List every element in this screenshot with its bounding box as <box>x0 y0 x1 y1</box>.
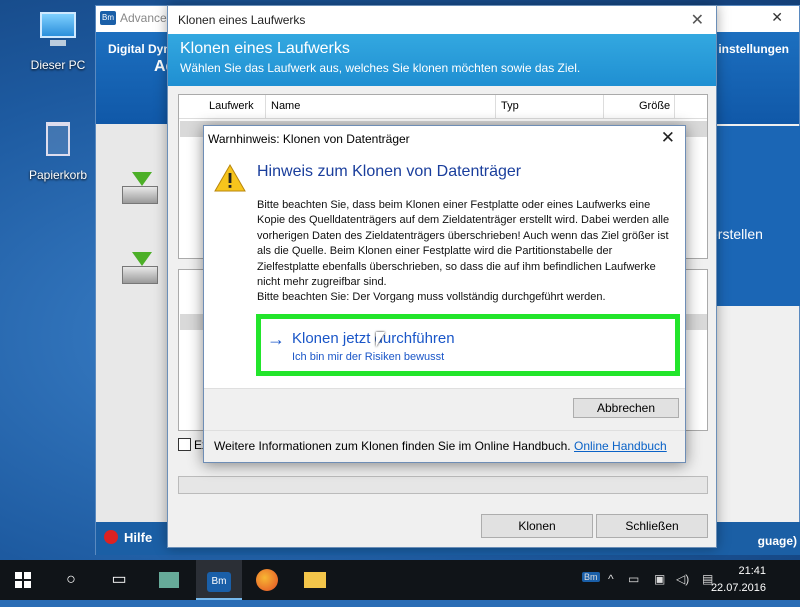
column-header-type[interactable]: Typ <box>501 100 519 112</box>
taskbar-app-explorer[interactable] <box>292 560 338 600</box>
clone-drive-icon[interactable] <box>120 172 160 208</box>
command-link-title: Klonen jetzt durchführen <box>292 330 455 347</box>
bootmanager-app-icon: Bm <box>207 572 231 592</box>
arrow-right-icon: → <box>267 329 285 349</box>
warning-dialog-title: Warnhinweis: Klonen von Datenträger <box>208 132 410 146</box>
close-button[interactable]: Schließen <box>596 514 708 538</box>
close-icon[interactable]: ✕ <box>771 9 783 26</box>
clone-window-title: Klonen eines Laufwerks <box>178 13 306 27</box>
taskbar: ○ ▭ Bm Bm ^ ▭ ▣ ◁) 21:41 22.07.2016 ▤ <box>0 560 800 600</box>
progress-bar <box>178 476 708 494</box>
clone-window-subheading: Wählen Sie das Laufwerk aus, welches Sie… <box>180 61 581 75</box>
settings-link[interactable]: instellungen <box>718 42 789 56</box>
clone-window-header: Klonen eines Laufwerks Wählen Sie das La… <box>168 34 716 86</box>
network-icon[interactable]: ▣ <box>654 572 665 586</box>
action-center-icon[interactable]: ▤ <box>702 572 713 586</box>
warning-content: Bitte beachten Sie, dass beim Klonen ein… <box>257 198 677 306</box>
start-button[interactable] <box>0 560 46 600</box>
taskbar-app-drive[interactable] <box>146 560 192 600</box>
clone-window-titlebar: Klonen eines Laufwerks ✕ <box>168 6 716 34</box>
tray-expand-icon[interactable]: ^ <box>608 572 614 586</box>
warning-icon <box>214 164 246 192</box>
task-view-button[interactable]: ▭ <box>96 560 142 600</box>
warning-paragraph: Bitte beachten Sie: Der Vorgang muss vol… <box>257 291 606 304</box>
desktop-icon-recycle-bin[interactable]: Papierkorb <box>18 120 98 182</box>
tray-bootmanager-icon[interactable]: Bm <box>582 572 600 582</box>
search-button[interactable]: ○ <box>48 560 94 600</box>
clock-date: 22.07.2016 <box>710 582 766 594</box>
system-clock[interactable]: 21:41 22.07.2016 <box>711 563 766 597</box>
clone-now-command-link[interactable]: → Klonen jetzt durchführen Ich bin mir d… <box>256 314 680 376</box>
column-header-name[interactable]: Name <box>271 100 300 112</box>
desktop-icon-label: Dieser PC <box>30 58 86 72</box>
clock-time: 21:41 <box>738 565 766 577</box>
language-selector[interactable]: guage) <box>758 534 797 548</box>
main-app-right-panel: erstellen <box>708 126 800 306</box>
clone-disk-icon[interactable] <box>120 252 160 288</box>
close-icon[interactable]: ✕ <box>661 128 675 148</box>
search-circle-icon: ○ <box>66 571 76 588</box>
column-header-drive[interactable]: Laufwerk <box>209 100 254 112</box>
folder-icon <box>304 572 326 588</box>
cancel-button[interactable]: Abbrechen <box>573 398 679 418</box>
online-manual-link[interactable]: Online Handbuch <box>574 439 667 453</box>
app-logo-icon: Bm <box>100 11 116 25</box>
taskbar-app-firefox[interactable] <box>244 560 290 600</box>
power-icon[interactable]: ▭ <box>628 572 639 586</box>
close-icon[interactable]: ✕ <box>691 10 704 30</box>
create-action-label[interactable]: erstellen <box>710 226 763 242</box>
task-view-icon: ▭ <box>111 571 127 588</box>
firefox-icon <box>256 569 278 591</box>
drive-list-header: Laufwerk Name Typ Größe <box>179 95 707 119</box>
recycle-bin-icon <box>34 120 82 162</box>
windows-logo-icon <box>15 572 31 588</box>
warning-dialog-titlebar: Warnhinweis: Klonen von Datenträger ✕ <box>204 126 685 150</box>
help-label: Hilfe <box>124 530 153 545</box>
desktop-icon-label: Papierkorb <box>28 168 88 182</box>
clone-button[interactable]: Klonen <box>481 514 593 538</box>
warning-paragraph: Bitte beachten Sie, dass beim Klonen ein… <box>257 199 670 289</box>
warning-dialog: Warnhinweis: Klonen von Datenträger ✕ Hi… <box>203 125 686 463</box>
header-brand: Digital Dyn <box>108 42 171 56</box>
command-link-note: Ich bin mir der Risiken bewusst <box>292 351 445 363</box>
footer-text: Weitere Informationen zum Klonen finden … <box>214 439 571 453</box>
help-icon <box>104 530 118 544</box>
computer-icon <box>34 10 82 52</box>
warning-main-instruction: Hinweis zum Klonen von Datenträger <box>257 163 522 180</box>
warning-footer: Weitere Informationen zum Klonen finden … <box>204 430 685 462</box>
mouse-cursor <box>376 332 385 347</box>
main-app-title: Advance <box>120 11 167 25</box>
main-app-left-panel <box>96 124 168 524</box>
clone-window-heading: Klonen eines Laufwerks <box>180 40 350 57</box>
drive-app-icon <box>159 572 179 588</box>
option-checkbox[interactable] <box>178 438 191 451</box>
volume-icon[interactable]: ◁) <box>676 572 689 586</box>
desktop-icon-this-pc[interactable]: Dieser PC <box>18 10 98 72</box>
column-header-size[interactable]: Größe <box>639 100 670 112</box>
taskbar-app-bootmanager[interactable]: Bm <box>196 560 242 600</box>
help-button[interactable]: Hilfe <box>104 530 152 545</box>
warning-button-row: Abbrechen <box>204 388 685 430</box>
